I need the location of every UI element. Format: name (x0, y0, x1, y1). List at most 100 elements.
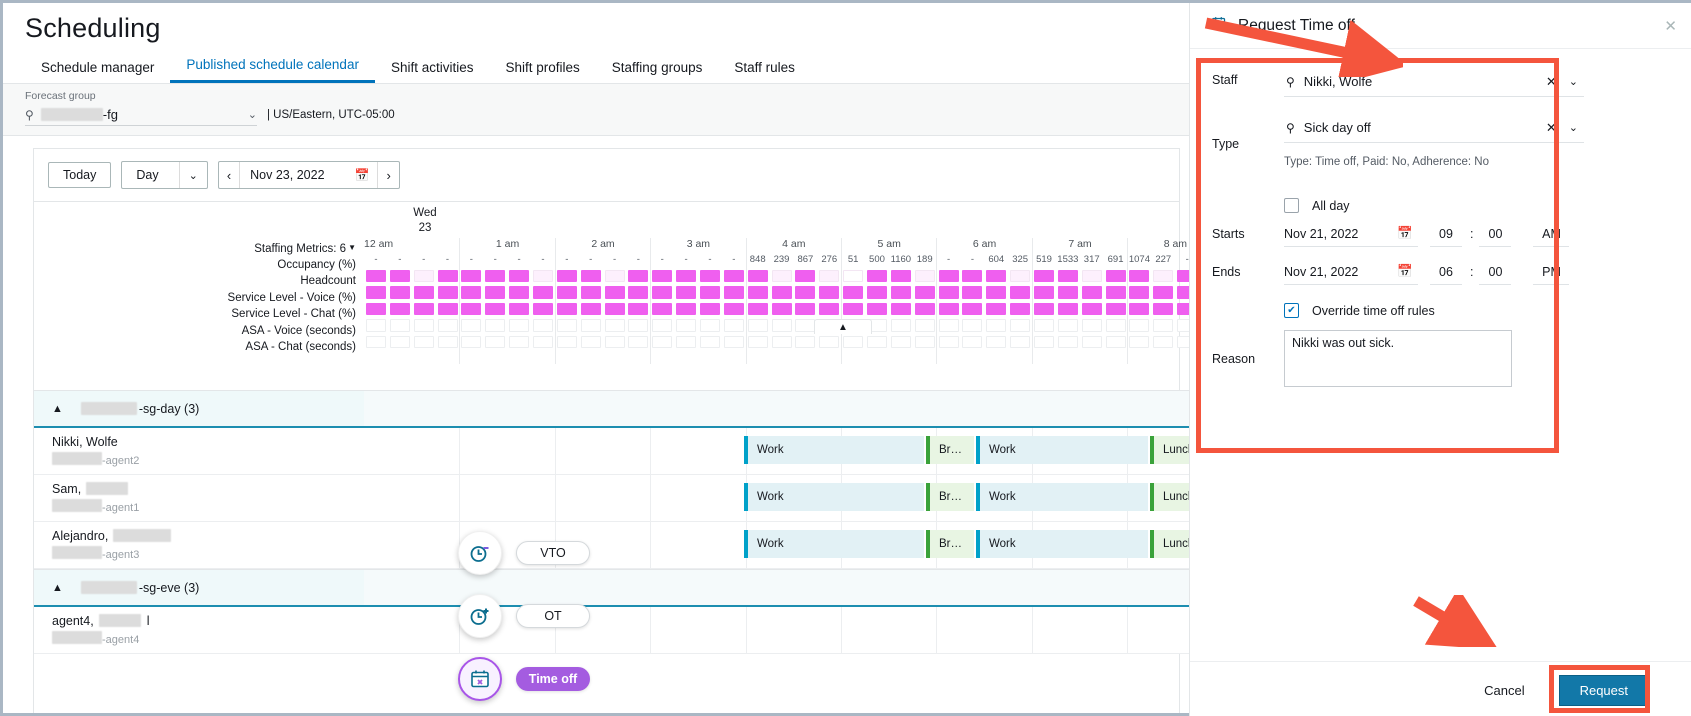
headcount-cell[interactable] (1080, 269, 1104, 284)
date-display[interactable]: Nov 23, 2022 📅 (240, 168, 377, 182)
asa-cell[interactable] (1128, 318, 1152, 333)
tab-schedule-manager[interactable]: Schedule manager (25, 55, 170, 83)
service-level-cell[interactable] (483, 302, 507, 317)
asa-cell[interactable] (603, 335, 627, 350)
service-level-cell[interactable] (889, 302, 913, 317)
asa-cell[interactable] (483, 335, 507, 350)
service-level-cell[interactable] (1151, 302, 1175, 317)
shift-segment[interactable]: Lunch (1150, 530, 1192, 558)
starts-hour-input[interactable]: 09 (1430, 221, 1462, 247)
today-button[interactable]: Today (48, 162, 112, 188)
asa-cell[interactable] (1056, 335, 1080, 350)
calendar-icon[interactable]: 📅 (355, 168, 370, 182)
clock-minus-icon[interactable] (458, 531, 502, 575)
calendar-icon[interactable]: 📅 (1397, 264, 1413, 279)
asa-cell[interactable] (746, 318, 770, 333)
asa-cell[interactable] (674, 318, 698, 333)
service-level-cell[interactable] (1080, 302, 1104, 317)
request-button[interactable]: Request (1558, 675, 1649, 706)
shift-segment[interactable]: Lunch (1150, 483, 1192, 511)
asa-cell[interactable] (722, 335, 746, 350)
service-level-cell[interactable] (865, 302, 889, 317)
service-level-cell[interactable] (531, 285, 555, 300)
service-level-cell[interactable] (650, 285, 674, 300)
headcount-cell[interactable] (364, 269, 388, 284)
service-level-cell[interactable] (770, 302, 794, 317)
service-level-cell[interactable] (984, 285, 1008, 300)
asa-cell[interactable] (1080, 335, 1104, 350)
service-level-cell[interactable] (937, 302, 961, 317)
close-icon[interactable]: ✕ (1664, 17, 1677, 35)
asa-cell[interactable] (913, 318, 937, 333)
headcount-cell[interactable] (722, 269, 746, 284)
headcount-cell[interactable] (388, 269, 412, 284)
shift-segment[interactable]: Work (976, 483, 1148, 511)
service-level-cell[interactable] (698, 285, 722, 300)
headcount-cell[interactable] (412, 269, 436, 284)
agent-row[interactable]: Nikki, Wolfe -agent2 Work Br… Work Lunch (34, 428, 1192, 475)
headcount-cell[interactable] (913, 269, 937, 284)
asa-cell[interactable] (555, 318, 579, 333)
starts-minute-input[interactable]: 00 (1479, 221, 1512, 247)
service-level-cell[interactable] (1032, 302, 1056, 317)
asa-cell[interactable] (674, 335, 698, 350)
service-level-cell[interactable] (1056, 302, 1080, 317)
headcount-cell[interactable] (626, 269, 650, 284)
service-level-cell[interactable] (746, 302, 770, 317)
calendar-icon[interactable]: 📅 (1397, 226, 1413, 241)
asa-cell[interactable] (984, 318, 1008, 333)
ends-date-input[interactable]: Nov 21, 2022 📅 (1284, 259, 1418, 285)
tab-published-schedule-calendar[interactable]: Published schedule calendar (170, 52, 375, 83)
service-level-cell[interactable] (865, 285, 889, 300)
override-rules-checkbox[interactable] (1284, 303, 1299, 318)
asa-cell[interactable] (388, 318, 412, 333)
shift-segment[interactable]: Lunch (1150, 436, 1192, 464)
service-level-cell[interactable] (603, 285, 627, 300)
asa-cell[interactable] (626, 318, 650, 333)
shift-segment[interactable]: Work (744, 483, 924, 511)
next-date-button[interactable]: › (378, 168, 398, 183)
agent-row[interactable]: Alejandro, -agent3 Work Br… Work Lunch (34, 522, 1192, 569)
headcount-cell[interactable] (507, 269, 531, 284)
service-level-cell[interactable] (603, 302, 627, 317)
asa-cell[interactable] (483, 318, 507, 333)
service-level-cell[interactable] (1128, 302, 1152, 317)
headcount-cell[interactable] (1056, 269, 1080, 284)
agent-row[interactable]: agent4, l -agent4 (34, 607, 1192, 654)
headcount-cell[interactable] (650, 269, 674, 284)
ends-minute-input[interactable]: 00 (1479, 259, 1512, 285)
service-level-cell[interactable] (1056, 285, 1080, 300)
service-level-cell[interactable] (913, 285, 937, 300)
service-level-cell[interactable] (913, 302, 937, 317)
headcount-cell[interactable] (603, 269, 627, 284)
service-level-cell[interactable] (650, 302, 674, 317)
clear-type-icon[interactable]: ✕ (1534, 120, 1569, 136)
service-level-cell[interactable] (436, 302, 460, 317)
service-level-cell[interactable] (960, 302, 984, 317)
agent-row[interactable]: Sam, -agent1 Work Br… Work Lunch (34, 475, 1192, 522)
headcount-cell[interactable] (984, 269, 1008, 284)
headcount-cell[interactable] (1104, 269, 1128, 284)
timeoff-pill-button[interactable]: Time off (516, 667, 590, 691)
chevron-down-icon[interactable]: ⌄ (248, 108, 257, 121)
headcount-cell[interactable] (436, 269, 460, 284)
headcount-cell[interactable] (483, 269, 507, 284)
service-level-cell[interactable] (674, 302, 698, 317)
asa-cell[interactable] (1151, 318, 1175, 333)
tab-shift-activities[interactable]: Shift activities (375, 55, 490, 83)
service-level-cell[interactable] (364, 302, 388, 317)
ot-pill-button[interactable]: OT (516, 604, 590, 628)
service-level-cell[interactable] (722, 302, 746, 317)
view-select[interactable]: Day ⌄ (121, 161, 208, 189)
headcount-cell[interactable] (770, 269, 794, 284)
service-level-cell[interactable] (793, 285, 817, 300)
headcount-cell[interactable] (555, 269, 579, 284)
headcount-cell[interactable] (746, 269, 770, 284)
asa-cell[interactable] (1008, 335, 1032, 350)
asa-cell[interactable] (1056, 318, 1080, 333)
service-level-cell[interactable] (483, 285, 507, 300)
asa-cell[interactable] (1104, 318, 1128, 333)
chevron-up-icon[interactable]: ▲ (52, 403, 63, 415)
headcount-cell[interactable] (793, 269, 817, 284)
asa-cell[interactable] (1032, 335, 1056, 350)
